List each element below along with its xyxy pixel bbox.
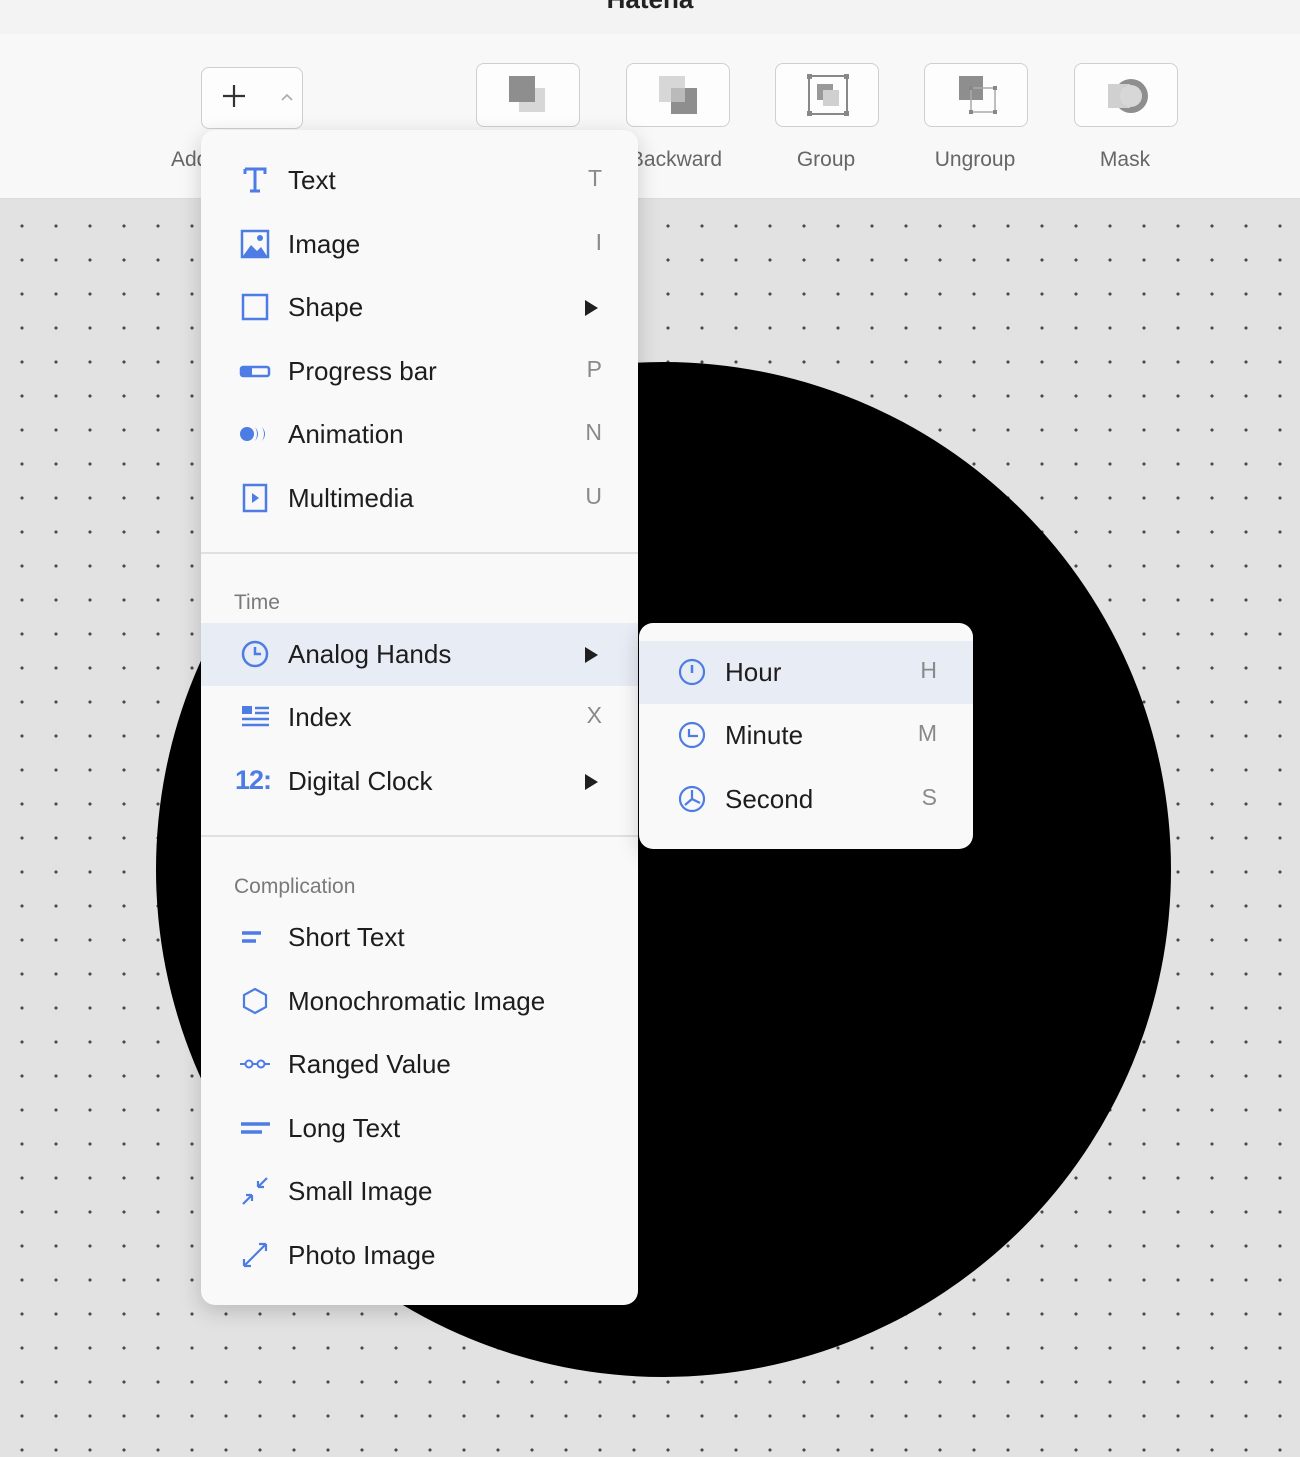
- group-button[interactable]: [775, 63, 879, 127]
- menu-item-animation[interactable]: Animation N: [201, 403, 638, 466]
- menu-item-image[interactable]: Image I: [201, 213, 638, 276]
- send-backward-icon: [509, 76, 545, 112]
- menu-item-analog-hands[interactable]: Analog Hands: [201, 623, 638, 686]
- add-button[interactable]: [201, 67, 303, 129]
- shortcut-key: N: [585, 419, 602, 445]
- menu-item-shape[interactable]: Shape: [201, 276, 638, 339]
- long-text-icon: [241, 1122, 270, 1134]
- shortcut-key: U: [585, 483, 602, 509]
- menu-item-monochromatic-image[interactable]: Monochromatic Image: [201, 970, 638, 1033]
- title-bar: Hatena: [0, 0, 1300, 34]
- menu-item-label: Long Text: [288, 1113, 401, 1143]
- small-image-icon: [242, 1177, 268, 1205]
- mask-icon: [1108, 79, 1148, 113]
- clock-icon: [241, 640, 269, 668]
- ungroup-label: Ungroup: [934, 148, 1016, 171]
- second-hand-icon: [678, 785, 706, 813]
- submenu-item-label: Second: [725, 784, 814, 814]
- send-backward-button[interactable]: [476, 63, 580, 127]
- shortcut-key: X: [586, 702, 602, 728]
- menu-item-label: Animation: [288, 419, 404, 449]
- shortcut-key: P: [586, 356, 602, 382]
- text-icon: [243, 167, 267, 193]
- menu-item-text[interactable]: Text T: [201, 149, 638, 212]
- menu-item-small-image[interactable]: Small Image: [201, 1160, 638, 1223]
- digital-clock-icon: 12:: [235, 765, 272, 795]
- submenu-item-hour[interactable]: Hour H: [639, 641, 973, 704]
- add-menu: Text T Image I Shape Progress bar P Anim…: [201, 130, 638, 1305]
- ungroup-icon: [959, 76, 997, 114]
- shortcut-key: T: [587, 165, 602, 191]
- submenu-item-label: Minute: [725, 720, 804, 750]
- submenu-arrow-icon: [585, 647, 598, 663]
- submenu-item-minute[interactable]: Minute M: [639, 704, 973, 767]
- menu-item-label: Monochromatic Image: [288, 986, 546, 1016]
- menu-item-label: Ranged Value: [288, 1049, 451, 1079]
- menu-item-label: Progress bar: [288, 356, 437, 386]
- chevron-up-icon: [281, 93, 293, 101]
- bring-backward-button[interactable]: [626, 63, 730, 127]
- ungroup-button[interactable]: [924, 63, 1028, 127]
- shortcut-key: M: [917, 720, 937, 746]
- window-title: Hatena: [0, 0, 1300, 15]
- menu-item-index[interactable]: Index X: [201, 686, 638, 749]
- group-label: Group: [796, 148, 856, 171]
- submenu-item-second[interactable]: Second S: [639, 768, 973, 831]
- menu-item-label: Index: [288, 702, 352, 732]
- menu-divider: [201, 835, 638, 837]
- section-title-time: Time: [234, 591, 280, 614]
- menu-item-long-text[interactable]: Long Text: [201, 1097, 638, 1160]
- shortcut-key: I: [595, 229, 602, 255]
- analog-hands-submenu: Hour H Minute M Second S: [639, 623, 973, 849]
- menu-item-ranged-value[interactable]: Ranged Value: [201, 1033, 638, 1096]
- multimedia-icon: [242, 483, 268, 513]
- mask-label: Mask: [1099, 148, 1151, 171]
- animation-icon: [240, 427, 265, 441]
- group-icon: [807, 74, 849, 116]
- menu-item-label: Digital Clock: [288, 766, 433, 796]
- shortcut-key: H: [920, 657, 937, 683]
- menu-item-label: Image: [288, 229, 361, 259]
- menu-item-multimedia[interactable]: Multimedia U: [201, 467, 638, 530]
- ranged-value-icon: [240, 1059, 270, 1069]
- menu-item-label: Small Image: [288, 1176, 433, 1206]
- menu-item-photo-image[interactable]: Photo Image: [201, 1224, 638, 1287]
- menu-item-short-text[interactable]: Short Text: [201, 906, 638, 969]
- minute-hand-icon: [678, 721, 706, 749]
- menu-item-label: Shape: [288, 292, 364, 322]
- shortcut-key: S: [921, 784, 937, 810]
- menu-item-label: Short Text: [288, 922, 405, 952]
- plus-icon: [223, 85, 245, 107]
- hour-hand-icon: [678, 658, 706, 686]
- image-icon: [240, 229, 270, 259]
- menu-item-progress-bar[interactable]: Progress bar P: [201, 340, 638, 403]
- menu-divider: [201, 552, 638, 554]
- shape-icon: [241, 293, 269, 321]
- menu-item-label: Photo Image: [288, 1240, 436, 1270]
- menu-item-label: Multimedia: [288, 483, 414, 513]
- section-title-complication: Complication: [234, 875, 356, 898]
- menu-item-digital-clock[interactable]: 12: Digital Clock: [201, 750, 638, 813]
- index-icon: [242, 706, 269, 727]
- submenu-item-label: Hour: [725, 657, 782, 687]
- hexagon-icon: [242, 987, 268, 1015]
- submenu-arrow-icon: [585, 300, 598, 316]
- submenu-arrow-icon: [585, 774, 598, 790]
- backward-icon: [659, 76, 697, 114]
- photo-image-icon: [242, 1242, 268, 1268]
- progress-bar-icon: [239, 365, 271, 378]
- menu-item-label: Analog Hands: [288, 639, 452, 669]
- menu-item-label: Text: [288, 165, 336, 195]
- mask-button[interactable]: [1074, 63, 1178, 127]
- short-text-icon: [242, 931, 261, 943]
